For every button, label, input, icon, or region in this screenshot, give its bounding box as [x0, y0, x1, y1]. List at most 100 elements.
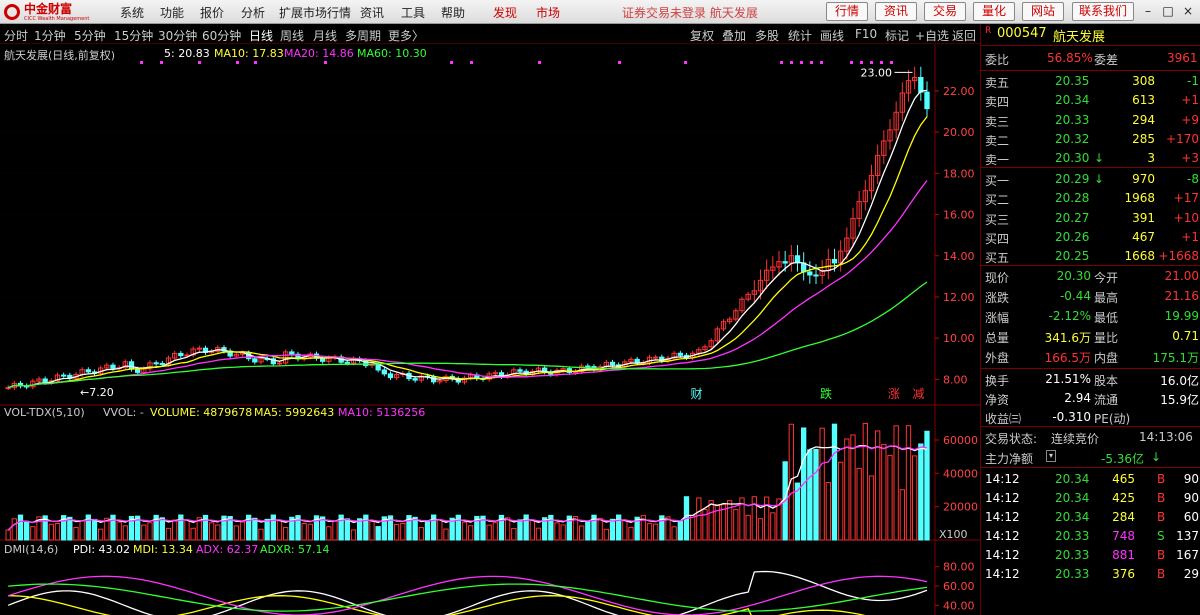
- stat-row: 净资 2.94 流通 15.9亿: [981, 389, 1200, 409]
- menu-analysis[interactable]: 分析: [241, 4, 265, 21]
- period-tab-timeshare[interactable]: 分时: [4, 27, 28, 44]
- close-icon[interactable]: ×: [1180, 3, 1196, 19]
- volume-bar: [905, 425, 912, 541]
- ask-volume: 613: [1132, 93, 1155, 108]
- maximize-icon[interactable]: □: [1160, 3, 1176, 19]
- kline-chart-area[interactable]: 22.00 20.00 18.00 16.00 14.00 12.00 10.00 8.00 2…: [0, 44, 980, 615]
- tick-volume: 748: [1112, 529, 1135, 543]
- stat-row: 现价 20.30 今开 21.00: [981, 267, 1200, 287]
- period-tab-60min[interactable]: 60分钟: [202, 27, 241, 44]
- stat-row: 换手 21.51% 股本 16.0亿: [981, 370, 1200, 390]
- menu-quote[interactable]: 报价: [200, 4, 224, 21]
- mdi-label: MDI: 13.34: [133, 543, 193, 556]
- tool-add-watchlist[interactable]: +自选: [915, 27, 949, 44]
- bid-change: +1668: [1158, 249, 1199, 264]
- volume-bar: [301, 523, 307, 541]
- stock-header: R 000547 航天发展: [981, 24, 1200, 45]
- candle-body: [42, 378, 48, 383]
- login-status-note: 证券交易未登录 航天发展: [622, 6, 758, 20]
- weicha-value: 3961: [1167, 51, 1198, 65]
- period-tab-daily[interactable]: 日线: [249, 27, 273, 44]
- dmi-tick-label: 60.00: [943, 580, 975, 593]
- website-button[interactable]: 网站: [1022, 2, 1064, 21]
- app-logo: 中金财富 CICC Wealth Management: [4, 3, 112, 22]
- candle-body: [196, 347, 202, 350]
- volume-bar: [881, 443, 887, 541]
- candle-body: [61, 374, 67, 377]
- candle-body: [320, 357, 326, 362]
- tick-count: 90: [1183, 472, 1199, 486]
- event-marker: 跌: [820, 386, 832, 401]
- tool-restore-rights[interactable]: 复权: [690, 27, 714, 44]
- menu-market[interactable]: 市场: [536, 4, 560, 21]
- volume-bar: [468, 525, 474, 541]
- tick-volume: 465: [1112, 472, 1135, 486]
- volume-bar: [757, 518, 764, 541]
- quote-button[interactable]: 行情: [826, 2, 868, 21]
- stat-value: 16.0亿: [1160, 374, 1199, 388]
- signal-dot: [780, 61, 783, 64]
- period-tab-monthly[interactable]: 月线: [313, 27, 337, 44]
- dropdown-icon[interactable]: ▾: [1046, 450, 1056, 462]
- tick-volume: 376: [1112, 567, 1135, 581]
- main-net-row[interactable]: 主力净额 ▾ -5.36亿 ↓: [981, 448, 1200, 468]
- menu-system[interactable]: 系统: [120, 4, 144, 21]
- signal-dot: [860, 61, 863, 64]
- trade-button[interactable]: 交易: [924, 2, 966, 21]
- volume-bar: [67, 516, 73, 541]
- trade-time: 14:13:06: [1139, 430, 1193, 444]
- volume-bar: [807, 449, 813, 541]
- volume-bar: [252, 517, 258, 541]
- tool-f10[interactable]: F10: [855, 27, 877, 41]
- stat-row: 收益㈢ -0.310 PE(动): [981, 408, 1200, 428]
- stat-label: 涨跌: [985, 291, 1010, 305]
- tool-multi-stock[interactable]: 多股: [755, 27, 779, 44]
- period-tab-1min[interactable]: 1分钟: [34, 27, 66, 44]
- period-tab-more[interactable]: 更多〉: [388, 27, 424, 44]
- volume-bar: [764, 496, 770, 541]
- volume-bar: [363, 514, 369, 541]
- stat-row: 涨幅 -2.12% 最低 19.99: [981, 307, 1200, 327]
- period-tab-15min[interactable]: 15分钟: [114, 27, 153, 44]
- contact-us-button[interactable]: 联系我们: [1072, 2, 1134, 21]
- volume-bar: [893, 425, 899, 541]
- candle-body: [831, 258, 838, 264]
- tool-overlay[interactable]: 叠加: [722, 27, 746, 44]
- period-tab-weekly[interactable]: 周线: [280, 27, 304, 44]
- period-tab-30min[interactable]: 30分钟: [158, 27, 197, 44]
- tool-draw-line[interactable]: 画线: [820, 27, 844, 44]
- tool-statistics[interactable]: 统计: [788, 27, 812, 44]
- volume-bar: [912, 455, 918, 541]
- volume-bar: [579, 525, 585, 541]
- volume-bar: [116, 521, 122, 541]
- trade-status-value: 连续竞价: [1051, 432, 1100, 446]
- menu-extended-market[interactable]: 扩展市场行情: [279, 4, 351, 21]
- divider: [981, 265, 1200, 266]
- menu-discover[interactable]: 发现: [493, 4, 517, 21]
- tick-row: 14:12 20.33 376 B 29: [981, 565, 1200, 585]
- candle-body: [924, 91, 930, 110]
- bid-row: 买二 20.28 1968 +17: [981, 189, 1200, 209]
- period-tab-multi[interactable]: 多周期: [345, 27, 381, 44]
- quant-button[interactable]: 量化: [973, 2, 1015, 21]
- tool-mark[interactable]: 标记: [885, 27, 909, 44]
- menu-news[interactable]: 资讯: [360, 4, 384, 21]
- news-button[interactable]: 资讯: [875, 2, 917, 21]
- minimize-icon[interactable]: –: [1140, 3, 1156, 19]
- volume-bar: [745, 514, 751, 541]
- price-tick-label: 10.00: [943, 332, 975, 345]
- menu-tools[interactable]: 工具: [401, 4, 425, 21]
- volume-bar: [585, 521, 591, 541]
- tool-back[interactable]: 返回: [952, 27, 976, 44]
- bid-label: 买二: [985, 193, 1010, 208]
- volume-bar: [418, 527, 424, 541]
- stat-label: PE(动): [1094, 412, 1131, 426]
- menu-function[interactable]: 功能: [160, 4, 184, 21]
- stat-label: 净资: [985, 393, 1010, 407]
- volume-bar: [412, 516, 418, 541]
- stat-value: 166.5万: [1044, 351, 1091, 365]
- volume-bar: [443, 528, 449, 541]
- menu-help[interactable]: 帮助: [441, 4, 465, 21]
- period-tab-5min[interactable]: 5分钟: [74, 27, 106, 44]
- tick-price: 20.34: [1055, 472, 1090, 486]
